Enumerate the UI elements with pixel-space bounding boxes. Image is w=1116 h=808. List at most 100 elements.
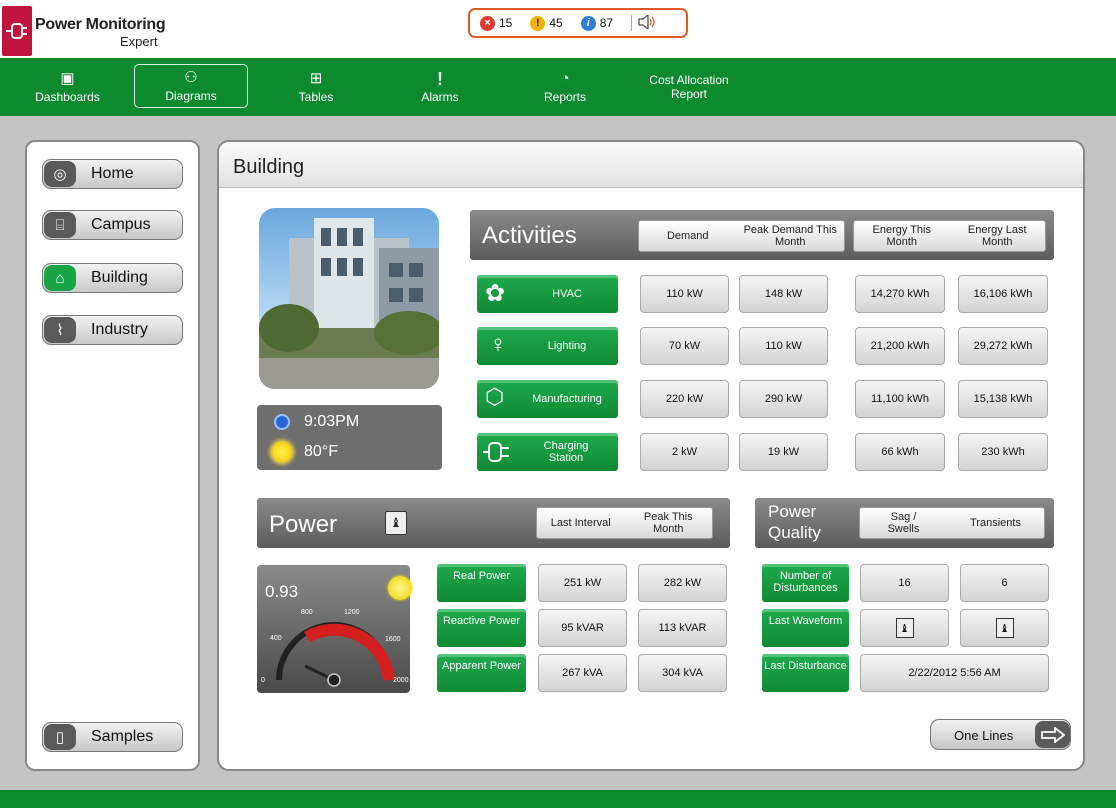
book-icon: ▯ [44,724,76,750]
error-count[interactable]: × 15 [480,15,512,31]
plug-logo-icon [2,6,32,56]
power-headers: Last Interval Peak This Month [536,507,713,539]
sidebar-item-building[interactable]: ⌂ Building [42,263,183,293]
plug-icon [483,440,511,467]
transient-waveform-button[interactable]: ♝ [960,609,1049,647]
error-icon: × [480,15,495,31]
building-icon: ⌂ [44,265,76,291]
last-disturbance-label: Last Disturbance [762,654,849,692]
app-title: Power Monitoring [35,16,166,33]
lighting-energy-last: 29,272 kWh [958,327,1048,365]
charging-energy-this: 66 kWh [855,433,945,471]
hvac-demand: 110 kW [640,275,729,313]
nav-tables[interactable]: ⊞ Tables [276,58,356,116]
manufacturing-demand: 220 kW [640,380,729,418]
nav-diagrams[interactable]: ⚇ Diagrams [134,64,248,108]
divider [631,15,633,31]
table-icon: ⊞ [309,69,323,87]
industry-icon: ⌇ [44,317,76,343]
sag-swells-header: Sag / Swells [887,511,920,535]
campus-icon: ⌸ [44,212,76,238]
activity-hvac[interactable]: ✿ HVAC [477,275,618,313]
real-power-label: Real Power [437,564,526,602]
lighting-demand: 70 kW [640,327,729,365]
lightbulb-icon: ♀ [489,331,507,358]
activity-charging-station[interactable]: Charging Station [477,433,618,471]
last-interval-header: Last Interval [550,517,611,529]
real-power-last: 251 kW [538,564,627,602]
hvac-energy-last: 16,106 kWh [958,275,1048,313]
transients-header: Transients [970,517,1021,529]
power-header: Power ♝ Last Interval Peak This Month [257,498,730,548]
binoculars-icon: ♝ [995,618,1014,638]
hvac-peak: 148 kW [739,275,828,313]
peak-demand-header: Peak Demand This Month [743,224,837,248]
reports-icon: ◔ [560,69,570,87]
sidebar-item-samples[interactable]: ▯ Samples [42,722,183,752]
sun-icon [272,442,292,462]
peak-this-month-header: Peak This Month [643,511,693,535]
activity-energy-headers: Energy This Month Energy Last Month [853,220,1046,252]
lighting-energy-this: 21,200 kWh [855,327,945,365]
charging-peak: 19 kW [739,433,828,471]
binoculars-icon: ♝ [895,618,914,638]
activity-manufacturing[interactable]: ⬡ Manufacturing [477,380,618,418]
footer-bar [0,790,1116,808]
lighting-peak: 110 kW [739,327,828,365]
power-quality-header: Power Quality Sag / Swells Transients [755,498,1054,548]
page-title: Building [233,156,305,178]
alarm-icon: ! [437,68,443,89]
nav-reports[interactable]: ◔ Reports [525,58,605,116]
clock-icon [274,414,290,430]
charging-energy-last: 230 kWh [958,433,1048,471]
charging-demand: 2 kW [640,433,729,471]
energy-this-month-header: Energy This Month [872,224,932,248]
activity-demand-headers: Demand Peak Demand This Month [638,220,845,252]
activities-title: Activities [482,222,577,249]
disturbances-label: Number of Disturbances [762,564,849,602]
dashboard-icon: ▣ [60,69,75,87]
real-power-peak: 282 kW [638,564,727,602]
warning-icon: ! [530,15,546,31]
panel-header [219,142,1083,188]
manufacturing-peak: 290 kW [739,380,828,418]
apparent-power-peak: 304 kVA [638,654,727,692]
app-logo: Power Monitoring Expert [0,6,180,56]
power-factor-gauge: 0.93 0 400 800 1200 1600 2000 [257,565,412,693]
speaker-icon[interactable] [638,13,656,32]
energy-last-month-header: Energy Last Month [967,224,1027,248]
apparent-power-last: 267 kVA [538,654,627,692]
current-time: 9:03PM [304,413,360,430]
weather-panel: 9:03PM 80°F [257,405,442,470]
hvac-energy-this: 14,270 kWh [855,275,945,313]
activity-lighting[interactable]: ♀ Lighting [477,327,618,365]
binoculars-icon[interactable]: ♝ [385,511,407,535]
warning-count[interactable]: ! 45 [530,15,563,31]
alarm-summary[interactable]: × 15 ! 45 i 87 [468,8,688,38]
reactive-power-label: Reactive Power [437,609,526,647]
current-temp: 80°F [304,443,338,460]
reactive-power-peak: 113 kVAR [638,609,727,647]
app-subtitle: Expert [120,34,158,49]
disturbances-transients: 6 [960,564,1049,602]
sag-waveform-button[interactable]: ♝ [860,609,949,647]
one-lines-button[interactable]: One Lines [930,719,1071,750]
disturbances-sag: 16 [860,564,949,602]
last-waveform-label: Last Waveform [762,609,849,647]
nav-dashboards[interactable]: ▣ Dashboards [25,58,110,116]
nav-cost-allocation[interactable]: Cost Allocation Report [630,58,748,116]
manufacturing-energy-last: 15,138 kWh [958,380,1048,418]
sidebar-item-industry[interactable]: ⌇ Industry [42,315,183,345]
building-photo [259,208,439,389]
sidebar-item-campus[interactable]: ⌸ Campus [42,210,183,240]
power-quality-title: Power Quality [768,502,821,542]
main-nav: ▣ Dashboards ⚇ Diagrams ⊞ Tables ! Alarms ◔ R… [0,58,1116,116]
activities-header: Activities Demand Peak Demand This Month… [470,210,1054,260]
power-title: Power [269,511,338,538]
demand-header: Demand [666,230,709,242]
sidebar-item-home[interactable]: ◎ Home [42,159,183,189]
info-count[interactable]: i 87 [580,15,613,31]
nav-alarms[interactable]: ! Alarms [400,58,480,116]
manufacturing-energy-this: 11,100 kWh [855,380,945,418]
fan-icon: ✿ [485,280,506,307]
